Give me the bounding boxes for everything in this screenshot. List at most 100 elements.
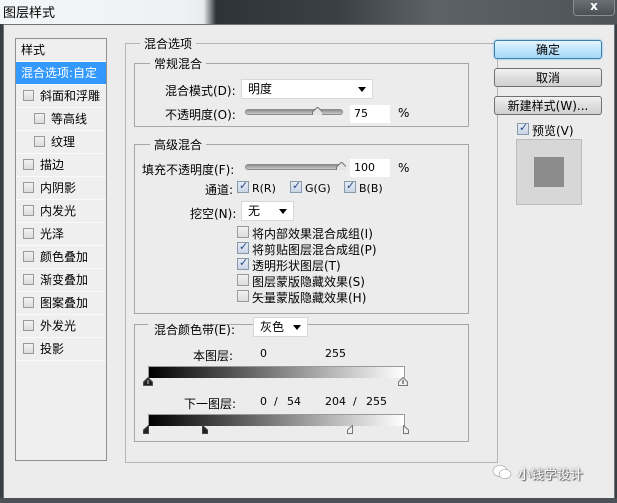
blend-if-select[interactable]: 灰色	[253, 317, 308, 337]
sidebar-item[interactable]: 颜色叠加	[16, 246, 106, 269]
channel-label: R(R)	[252, 182, 276, 195]
blend-mode-value: 明度	[248, 82, 273, 96]
sidebar-item-checkbox[interactable]	[23, 274, 34, 285]
underlying-slider-handle[interactable]	[202, 425, 208, 434]
advanced-option-checkbox[interactable]: ✓	[237, 240, 249, 254]
sidebar-item[interactable]: 图案叠加	[16, 292, 106, 315]
knockout-select[interactable]: 无	[241, 201, 294, 221]
opacity-input[interactable]: 75	[350, 105, 390, 123]
sidebar-item-checkbox[interactable]	[23, 90, 34, 101]
sidebar-item-label: 等高线	[51, 112, 88, 126]
sidebar-item[interactable]: 等高线	[16, 108, 106, 131]
blend-mode-label: 混合模式(D):	[165, 84, 236, 98]
sidebar-item-label: 渐变叠加	[40, 273, 89, 287]
close-icon: x	[590, 0, 598, 13]
sidebar-item[interactable]: 内阴影	[16, 177, 106, 200]
sidebar-item-checkbox[interactable]	[34, 113, 45, 124]
opacity-slider-thumb[interactable]	[312, 107, 322, 115]
blend-options-title: 混合选项	[140, 35, 197, 52]
chevron-down-icon	[358, 87, 366, 92]
advanced-option-checkbox[interactable]	[237, 226, 249, 238]
opacity-value: 75	[354, 107, 368, 120]
channel-checkbox[interactable]: ✓	[344, 179, 356, 193]
sidebar-item[interactable]: 内发光	[16, 200, 106, 223]
underlying-low-value: 0	[260, 395, 267, 408]
cancel-button[interactable]: 取消	[494, 68, 602, 87]
window-title: 图层样式	[3, 6, 56, 21]
preview-label: 预览(V)	[532, 124, 574, 138]
this-layer-white-slider[interactable]	[398, 377, 408, 386]
preview-checkbox[interactable]: ✓	[517, 121, 529, 135]
sidebar-item[interactable]: 投影	[16, 338, 106, 361]
underlying-slider-handle[interactable]	[143, 425, 149, 434]
sidebar-item[interactable]: 描边	[16, 154, 106, 177]
sidebar-item-checkbox[interactable]	[23, 320, 34, 331]
advanced-option-checkbox[interactable]: ✓	[237, 256, 249, 270]
sidebar-item-checkbox[interactable]	[23, 182, 34, 193]
sidebar-item-label: 斜面和浮雕	[40, 89, 101, 103]
sidebar-item[interactable]: 外发光	[16, 315, 106, 338]
window-bottom-border	[0, 498, 617, 503]
channel-checkbox[interactable]: ✓	[237, 179, 249, 193]
underlying-low2-value: 54	[287, 395, 301, 408]
chevron-down-icon	[293, 325, 301, 330]
advanced-option-label: 矢量蒙版隐藏效果(H)	[252, 291, 367, 305]
sidebar-item-checkbox[interactable]	[23, 251, 34, 262]
sidebar-item-checkbox[interactable]	[23, 159, 34, 170]
fill-opacity-slider-thumb[interactable]	[336, 162, 346, 170]
fill-opacity-input[interactable]: 100	[350, 159, 390, 177]
check-icon: ✓	[239, 179, 249, 192]
fill-opacity-value: 100	[354, 161, 375, 174]
sidebar-item[interactable]: 斜面和浮雕	[16, 85, 106, 108]
sidebar-item-label: 图案叠加	[40, 296, 89, 310]
underlying-slider-handle[interactable]	[403, 425, 409, 434]
knockout-value: 无	[248, 204, 261, 218]
new-style-button[interactable]: 新建样式(W)...	[494, 96, 602, 115]
general-blending-title: 常规混合	[150, 55, 207, 72]
this-layer-black-slider[interactable]	[143, 377, 153, 386]
ok-button[interactable]: 确定	[494, 40, 602, 59]
underlying-high-slash: /	[353, 395, 357, 408]
check-icon: ✓	[346, 179, 356, 192]
sidebar-item-label: 纹理	[51, 135, 76, 149]
sidebar-item[interactable]: 混合选项:自定	[16, 62, 106, 85]
sidebar-item-label: 外发光	[40, 319, 77, 333]
sidebar-item-checkbox[interactable]	[23, 228, 34, 239]
channel-label: G(G)	[305, 182, 331, 195]
sidebar-item[interactable]: 光泽	[16, 223, 106, 246]
underlying-high-value: 204	[325, 395, 346, 408]
watermark-text: 小钱学设计	[518, 468, 584, 483]
advanced-option-checkbox[interactable]	[237, 274, 249, 286]
sidebar-item-label: 颜色叠加	[40, 250, 89, 264]
underlying-slider-handle[interactable]	[347, 425, 353, 434]
this-layer-low-value: 0	[260, 347, 267, 360]
channels-label: 通道:	[205, 183, 234, 197]
knockout-label: 挖空(N):	[190, 207, 237, 221]
sidebar-item-label: 内阴影	[40, 181, 77, 195]
preview-swatch	[534, 157, 564, 187]
blend-mode-select[interactable]: 明度	[241, 79, 373, 99]
sidebar-item-checkbox[interactable]	[23, 297, 34, 308]
sidebar-item[interactable]: 纹理	[16, 131, 106, 154]
advanced-option-label: 将内部效果混合成组(I)	[252, 227, 373, 241]
channel-checkbox[interactable]: ✓	[290, 179, 302, 193]
advanced-blending-title: 高级混合	[150, 136, 207, 153]
opacity-slider[interactable]	[245, 109, 343, 115]
advanced-option-checkbox[interactable]	[237, 290, 249, 302]
close-button[interactable]: x	[573, 0, 615, 16]
sidebar-header[interactable]: 样式	[16, 39, 106, 62]
underlying-low-slash: /	[274, 395, 278, 408]
blend-if-label: 混合颜色带(E):	[154, 323, 235, 337]
fill-opacity-slider[interactable]	[245, 164, 343, 170]
channel-label: B(B)	[359, 182, 383, 195]
underlying-layer-label: 下一图层:	[184, 397, 237, 411]
sidebar-item-label: 内发光	[40, 204, 77, 218]
opacity-percent: %	[398, 106, 410, 120]
sidebar-item-checkbox[interactable]	[23, 205, 34, 216]
sidebar-item-checkbox[interactable]	[34, 136, 45, 147]
sidebar-item-label: 投影	[40, 342, 65, 356]
sidebar-item[interactable]: 渐变叠加	[16, 269, 106, 292]
fill-opacity-label: 填充不透明度(F):	[142, 163, 235, 177]
styles-sidebar: 样式 混合选项:自定斜面和浮雕等高线纹理描边内阴影内发光光泽颜色叠加渐变叠加图案…	[15, 38, 107, 461]
sidebar-item-checkbox[interactable]	[23, 343, 34, 354]
